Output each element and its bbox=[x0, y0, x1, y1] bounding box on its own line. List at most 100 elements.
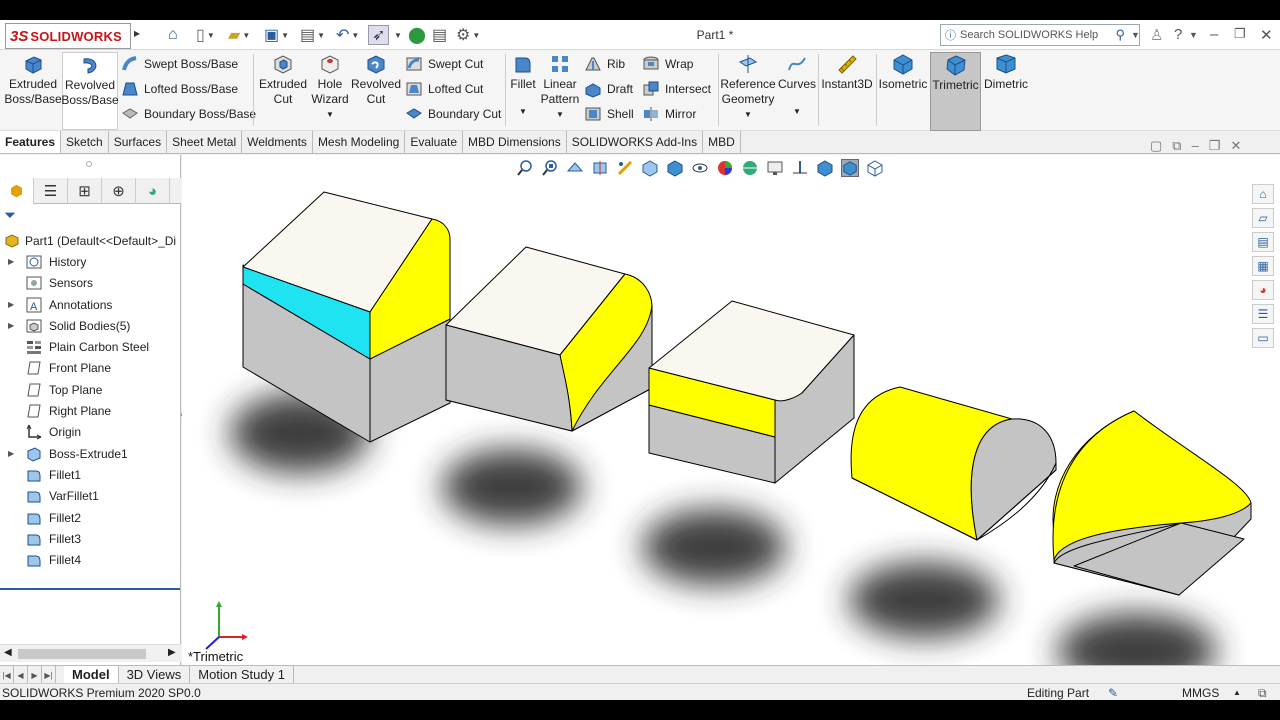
rib-button[interactable]: Rib bbox=[584, 53, 625, 75]
close-icon[interactable]: ✕ bbox=[1230, 138, 1241, 154]
lofted-boss-button[interactable]: Lofted Boss/Base bbox=[121, 78, 238, 100]
tab-mesh-modeling[interactable]: Mesh Modeling bbox=[313, 131, 406, 153]
dynamic-annotation-icon[interactable] bbox=[616, 159, 634, 177]
display-style-icon[interactable] bbox=[666, 159, 684, 177]
minimize-icon[interactable]: – bbox=[1210, 26, 1218, 43]
graphics-area[interactable]: *Trimetric bbox=[182, 155, 1280, 666]
menu-expand-icon[interactable]: ▸ bbox=[134, 26, 140, 40]
configurationmanager-tab[interactable]: ⊞ bbox=[68, 178, 102, 204]
help-button[interactable]: ? bbox=[1174, 26, 1182, 43]
linear-pattern-button[interactable]: Linear Pattern ▼ bbox=[540, 52, 580, 122]
search-input[interactable]: Search SOLIDWORKS Help bbox=[960, 29, 1098, 41]
intersect-button[interactable]: Intersect bbox=[642, 78, 711, 100]
boundary-boss-button[interactable]: Boundary Boss/Base bbox=[121, 103, 256, 125]
chevron-down-icon[interactable]: ▼ bbox=[1189, 30, 1198, 40]
instant3d-button[interactable]: Instant3D bbox=[820, 52, 874, 92]
user-icon[interactable]: ♙ bbox=[1150, 26, 1163, 44]
isometric-view-icon[interactable] bbox=[816, 159, 834, 177]
wireframe-view-icon[interactable] bbox=[866, 159, 884, 177]
close-icon[interactable]: ✕ bbox=[1260, 26, 1273, 44]
home-button[interactable]: ⌂ bbox=[168, 25, 178, 45]
extruded-boss-button[interactable]: Extruded Boss/Base bbox=[4, 52, 62, 107]
tab-surfaces[interactable]: Surfaces bbox=[109, 131, 168, 153]
tree-item-fillet4[interactable]: Fillet4 bbox=[0, 549, 181, 570]
rollback-bar[interactable] bbox=[0, 588, 180, 590]
appearances-scenes-icon[interactable]: ◕ bbox=[1252, 280, 1274, 300]
previous-tab-icon[interactable]: ◀ bbox=[14, 666, 28, 684]
edit-appearance-icon[interactable] bbox=[716, 159, 734, 177]
select-dropdown[interactable]: ▼ bbox=[394, 25, 402, 45]
tree-item-annotations[interactable]: ▶ A Annotations bbox=[0, 294, 181, 315]
fillet-button[interactable]: Fillet ▼ bbox=[508, 52, 538, 119]
tree-item-boss-extrude1[interactable]: ▶ Boss-Extrude1 bbox=[0, 443, 181, 464]
section-view-icon[interactable] bbox=[591, 159, 609, 177]
tab-mbd[interactable]: MBD bbox=[703, 131, 741, 153]
solidworks-logo[interactable]: 3S SOLIDWORKS bbox=[5, 23, 131, 49]
tree-item-solid-bodies[interactable]: ▶ Solid Bodies(5) bbox=[0, 315, 181, 336]
tree-item-fillet1[interactable]: Fillet1 bbox=[0, 464, 181, 485]
tree-item-front-plane[interactable]: Front Plane bbox=[0, 358, 181, 379]
tab-3d-views[interactable]: 3D Views bbox=[119, 666, 191, 683]
tree-item-sensors[interactable]: Sensors bbox=[0, 273, 181, 294]
rebuild-button[interactable]: ⬤ bbox=[408, 25, 426, 45]
search-icon[interactable]: ⚲ bbox=[1115, 27, 1125, 43]
draft-button[interactable]: Draft bbox=[584, 78, 633, 100]
shell-button[interactable]: Shell bbox=[584, 103, 634, 125]
revolved-cut-button[interactable]: Revolved Cut bbox=[351, 52, 401, 107]
scrollbar-thumb[interactable] bbox=[18, 649, 146, 659]
rebuild-status-icon[interactable]: ✎ bbox=[1108, 686, 1118, 700]
expand-arrow-icon[interactable]: ▶ bbox=[8, 300, 14, 309]
curves-button[interactable]: Curves ▼ bbox=[777, 52, 817, 119]
unit-system[interactable]: MMGS bbox=[1182, 686, 1219, 700]
wrap-button[interactable]: Wrap bbox=[642, 53, 693, 75]
restore-icon[interactable]: ❐ bbox=[1234, 26, 1246, 42]
trimetric-view-icon[interactable] bbox=[841, 159, 859, 177]
trimetric-button[interactable]: Trimetric bbox=[930, 52, 981, 131]
tree-item-history[interactable]: ▶ History bbox=[0, 251, 181, 272]
displaymanager-tab[interactable]: ◕ bbox=[136, 178, 170, 204]
view-palette-icon[interactable]: ▦ bbox=[1252, 256, 1274, 276]
boundary-cut-button[interactable]: Boundary Cut bbox=[405, 103, 501, 125]
tree-item-fillet3[interactable]: Fillet3 bbox=[0, 528, 181, 549]
tree-root[interactable]: Part1 (Default<<Default>_Di bbox=[0, 230, 181, 251]
expand-window-icon[interactable]: ⧉ bbox=[1172, 138, 1181, 154]
block-2[interactable] bbox=[445, 246, 653, 432]
tab-sheet-metal[interactable]: Sheet Metal bbox=[167, 131, 243, 153]
first-tab-icon[interactable]: |◀ bbox=[0, 666, 14, 684]
save-button[interactable]: ▣ ▼ bbox=[264, 25, 289, 45]
print-button[interactable]: ▤ ▼ bbox=[300, 25, 325, 45]
dimxpert-tab[interactable]: ⊕ bbox=[102, 178, 136, 204]
apply-scene-icon[interactable] bbox=[741, 159, 759, 177]
restore-icon[interactable]: ❐ bbox=[1209, 138, 1221, 154]
tab-evaluate[interactable]: Evaluate bbox=[405, 131, 464, 153]
tab-solidworks-add-ins[interactable]: SOLIDWORKS Add-Ins bbox=[567, 131, 704, 153]
file-explorer-icon[interactable]: ▤ bbox=[1252, 232, 1274, 252]
minimize-icon[interactable]: – bbox=[1192, 138, 1199, 154]
view-normal-to-icon[interactable] bbox=[791, 159, 809, 177]
extruded-cut-button[interactable]: Extruded Cut bbox=[258, 52, 308, 107]
last-tab-icon[interactable]: ▶| bbox=[42, 666, 56, 684]
tab-features[interactable]: Features bbox=[0, 131, 62, 153]
solidworks-resources-icon[interactable]: ⌂ bbox=[1252, 184, 1274, 204]
help-search[interactable]: ⓘ Search SOLIDWORKS Help ⚲ bbox=[940, 24, 1140, 46]
tree-item-top-plane[interactable]: Top Plane bbox=[0, 379, 181, 400]
chevron-down-icon[interactable]: ▼ bbox=[1131, 30, 1140, 40]
tab-model[interactable]: Model bbox=[64, 666, 119, 683]
next-tab-icon[interactable]: ▶ bbox=[28, 666, 42, 684]
tree-item-fillet2[interactable]: Fillet2 bbox=[0, 507, 181, 528]
hide-show-items-icon[interactable] bbox=[691, 159, 709, 177]
mirror-button[interactable]: Mirror bbox=[642, 103, 696, 125]
undo-button[interactable]: ↶ ▼ bbox=[336, 25, 359, 45]
hole-wizard-button[interactable]: Hole Wizard ▼ bbox=[308, 52, 352, 122]
zoom-to-area-icon[interactable] bbox=[541, 159, 559, 177]
open-button[interactable]: ▰ ▼ bbox=[228, 25, 250, 45]
options-button[interactable]: ⚙ ▼ bbox=[456, 25, 480, 45]
isometric-button[interactable]: Isometric bbox=[878, 52, 928, 92]
propertymanager-tab[interactable]: ☰ bbox=[34, 178, 68, 204]
status-bar-options-icon[interactable]: ⧉ bbox=[1258, 686, 1267, 700]
scroll-left-icon[interactable]: ◀ bbox=[4, 647, 12, 658]
zoom-to-fit-icon[interactable] bbox=[516, 159, 534, 177]
swept-boss-button[interactable]: Swept Boss/Base bbox=[121, 53, 238, 75]
revolved-boss-button[interactable]: Revolved Boss/Base bbox=[61, 52, 119, 130]
dimetric-button[interactable]: Dimetric bbox=[982, 52, 1030, 92]
